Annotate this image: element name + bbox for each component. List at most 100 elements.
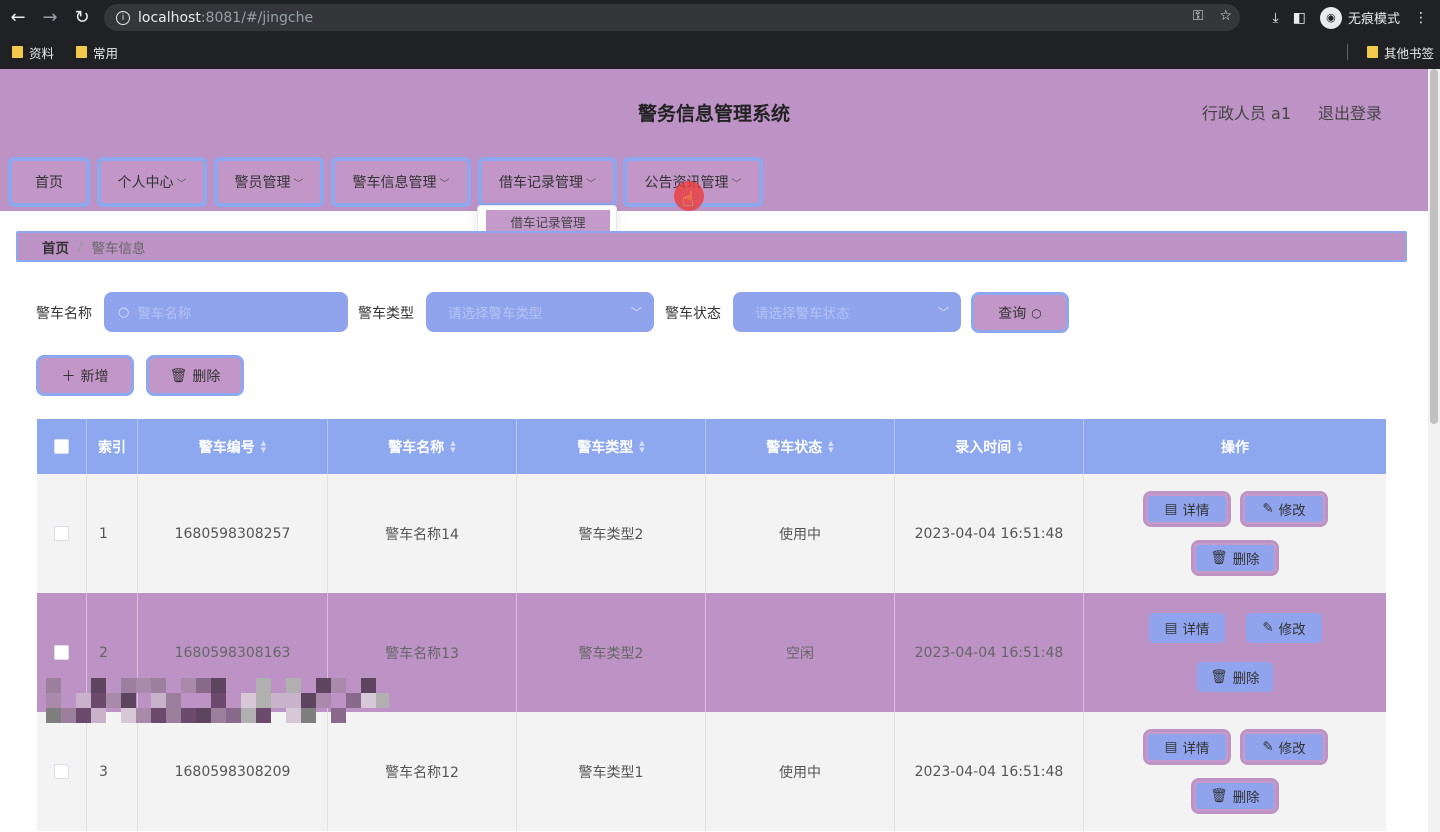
row-select	[37, 474, 87, 593]
mosaic-block	[166, 693, 181, 708]
name-search-input[interactable]: ○ 警车名称	[104, 292, 348, 332]
cell-ops: ▤ 详情 ✎ 修改 🗑 删除	[1084, 712, 1386, 831]
info-icon[interactable]: i	[116, 10, 130, 25]
row-checkbox[interactable]	[54, 645, 69, 660]
type-placeholder: 请选择警车类型	[448, 306, 543, 322]
delete-button[interactable]: 🗑 删除	[1191, 778, 1279, 814]
mosaic-block	[136, 678, 151, 693]
other-bookmarks-label: 其他书签	[1383, 45, 1434, 61]
search-icon: ○	[118, 304, 130, 320]
mosaic-block	[331, 678, 346, 693]
detail-label: 详情	[1182, 741, 1210, 757]
menu-vehicles[interactable]: 警车信息管理 ﹀	[331, 157, 471, 207]
search-icon: ○	[1031, 305, 1042, 320]
delete-button[interactable]: 🗑 删除	[1197, 662, 1273, 692]
other-bookmarks[interactable]: 其他书签	[1366, 35, 1434, 69]
row-select	[37, 712, 87, 831]
sort-icon[interactable]: ▲ ▼	[1017, 439, 1022, 454]
table-header: 索引 警车编号 ▲ ▼ 警车名称 ▲ ▼ 警车类型 ▲ ▼ 警车状态 ▲ ▼ 录入时间 ▲ ▼ 操作	[37, 419, 1386, 474]
status-select[interactable]: 请选择警车状态 ﹀	[733, 292, 961, 332]
add-button[interactable]: ＋ 新增	[36, 355, 134, 396]
edit-button[interactable]: ✎ 修改	[1246, 613, 1322, 643]
edit-label: 修改	[1278, 741, 1306, 757]
column-label: 录入时间	[955, 439, 1012, 456]
edit-button[interactable]: ✎ 修改	[1240, 491, 1328, 527]
bookmark-divider	[1347, 44, 1348, 60]
mosaic-block	[211, 693, 226, 708]
url-host: localhost	[138, 9, 201, 26]
mosaic-block	[46, 693, 61, 708]
sort-icon[interactable]: ▲ ▼	[261, 439, 266, 454]
type-select[interactable]: 请选择警车类型 ﹀	[426, 292, 654, 332]
mosaic-block	[121, 708, 136, 723]
cell-code: 1680598308257	[138, 474, 328, 593]
mosaic-block	[76, 693, 91, 708]
header-code[interactable]: 警车编号 ▲ ▼	[138, 419, 328, 474]
menu-officers[interactable]: 警员管理 ﹀	[214, 157, 324, 207]
sort-icon[interactable]: ▲ ▼	[450, 439, 455, 454]
row-checkbox[interactable]	[54, 764, 69, 779]
mosaic-block	[241, 693, 256, 708]
row-checkbox[interactable]	[54, 526, 69, 541]
delete-button[interactable]: 🗑 删除	[1191, 540, 1279, 576]
query-button[interactable]: 查询 ○	[971, 292, 1069, 333]
chevron-down-icon: ﹀	[293, 178, 304, 190]
bookmark-folder[interactable]: 资料	[12, 43, 54, 62]
sort-icon[interactable]: ▲ ▼	[828, 439, 833, 454]
address-bar[interactable]: i localhost:8081/#/jingche ⚿ ☆	[104, 4, 1240, 31]
mosaic-block	[91, 678, 106, 693]
cell-index: 1	[87, 474, 138, 593]
edit-button[interactable]: ✎ 修改	[1240, 729, 1328, 765]
mosaic-block	[256, 693, 271, 708]
type-filter-label: 警车类型	[358, 306, 414, 322]
mosaic-block	[166, 708, 181, 723]
back-icon[interactable]: ←	[4, 3, 32, 31]
sort-icon[interactable]: ▲ ▼	[639, 439, 644, 454]
key-icon[interactable]: ⚿	[1193, 8, 1204, 24]
header-type[interactable]: 警车类型 ▲ ▼	[517, 419, 706, 474]
header-status[interactable]: 警车状态 ▲ ▼	[706, 419, 895, 474]
menu-home[interactable]: 首页	[8, 157, 90, 207]
edit-label: 修改	[1278, 622, 1306, 638]
mosaic-block	[211, 678, 226, 693]
mosaic-block	[316, 693, 331, 708]
header-name[interactable]: 警车名称 ▲ ▼	[328, 419, 517, 474]
name-placeholder: 警车名称	[137, 306, 192, 322]
delete-label: 删除	[192, 368, 221, 385]
document-icon: ▤	[1164, 620, 1178, 636]
column-label: 操作	[1221, 439, 1249, 456]
sidepanel-icon[interactable]: ◧	[1293, 10, 1306, 26]
mosaic-block	[151, 678, 166, 693]
incognito-badge[interactable]: ◉ 无痕模式	[1319, 6, 1400, 29]
url-path: :8081/#/jingche	[200, 9, 314, 26]
mosaic-block	[46, 678, 61, 693]
mosaic-block	[286, 708, 301, 723]
star-icon[interactable]: ☆	[1219, 8, 1232, 24]
browser-toolbar: ← → ↻ i localhost:8081/#/jingche ⚿ ☆ ⤓ ◧…	[0, 0, 1440, 35]
reload-icon[interactable]: ↻	[68, 3, 96, 31]
cell-ops: ▤ 详情 ✎ 修改 🗑 删除	[1084, 593, 1386, 712]
download-icon[interactable]: ⤓	[1273, 10, 1279, 26]
trash-icon: 🗑	[1210, 669, 1228, 685]
page-scrollbar[interactable]	[1428, 69, 1440, 832]
menu-dots-icon[interactable]: ⋮	[1414, 10, 1428, 26]
plus-icon: ＋	[61, 368, 76, 385]
bookmark-folder[interactable]: 常用	[76, 43, 118, 62]
detail-button[interactable]: ▤ 详情	[1143, 491, 1231, 527]
forward-icon[interactable]: →	[36, 3, 64, 31]
mosaic-block	[301, 693, 316, 708]
detail-button[interactable]: ▤ 详情	[1143, 729, 1231, 765]
mosaic-block	[256, 678, 271, 693]
logout-link[interactable]: 退出登录	[1318, 100, 1382, 124]
menu-profile[interactable]: 个人中心 ﹀	[97, 157, 207, 207]
detail-button[interactable]: ▤ 详情	[1149, 613, 1225, 643]
cell-time: 2023-04-04 16:51:48	[895, 712, 1084, 831]
scrollbar-thumb[interactable]	[1430, 69, 1438, 424]
menu-borrow-records[interactable]: 借车记录管理 ﹀	[478, 157, 617, 207]
header-time[interactable]: 录入时间 ▲ ▼	[895, 419, 1084, 474]
incognito-label: 无痕模式	[1347, 12, 1400, 27]
select-all-checkbox[interactable]	[54, 439, 69, 454]
trash-icon: 🗑	[1210, 550, 1228, 566]
breadcrumb-home[interactable]: 首页	[42, 237, 69, 257]
batch-delete-button[interactable]: 🗑 删除	[146, 355, 244, 396]
